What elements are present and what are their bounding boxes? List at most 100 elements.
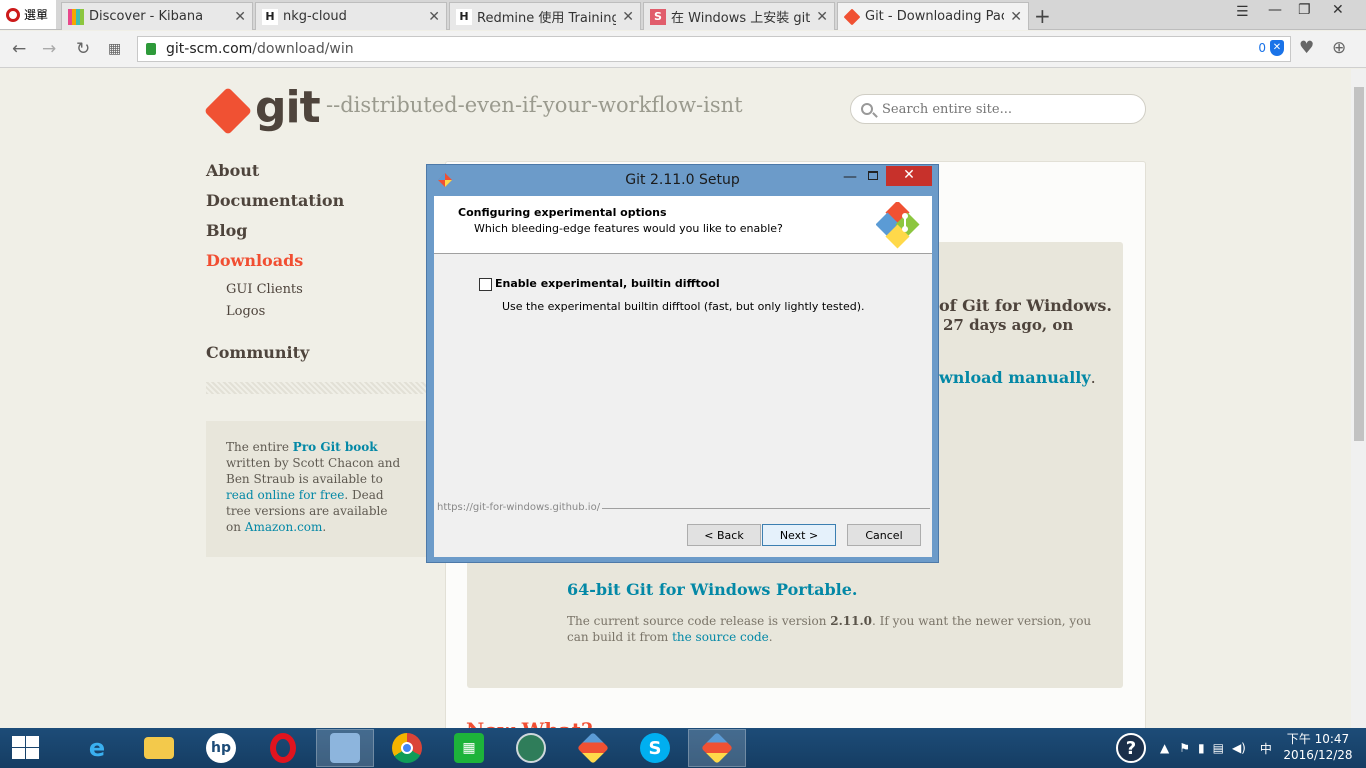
chrome-icon [392, 733, 422, 763]
dialog-title-bar[interactable]: Git 2.11.0 Setup — ✕ [427, 165, 938, 195]
taskbar-remote-desktop[interactable] [316, 729, 374, 767]
sidebar-nav: About Documentation Blog Downloads GUI C… [206, 160, 344, 372]
nav-downloads[interactable]: Downloads [206, 250, 344, 280]
experimental-difftool-checkbox[interactable] [479, 278, 492, 291]
site-search[interactable] [850, 94, 1146, 124]
network-icon[interactable]: ▤ [1213, 741, 1224, 755]
new-tab-plus-icon[interactable]: + [1034, 4, 1051, 28]
git-setup-dialog: Git 2.11.0 Setup — ✕ Configuring experim… [426, 164, 939, 563]
close-tab-icon[interactable]: ✕ [816, 9, 828, 25]
download-manually-link[interactable]: wnload manually [939, 368, 1091, 387]
taskbar-globe[interactable] [502, 729, 560, 767]
taskbar-internet-explorer[interactable]: e [68, 729, 126, 767]
nav-gui-clients[interactable]: GUI Clients [206, 280, 344, 302]
menu-label: 選單 [24, 8, 49, 22]
portable-line: 64-bit Git for Windows Portable. [567, 580, 857, 599]
tray-expand-icon[interactable]: ▲ [1160, 741, 1169, 755]
back-button[interactable]: < Back [687, 524, 761, 546]
pro-git-promo: The entire Pro Git book written by Scott… [206, 421, 426, 557]
git-diamond-icon [203, 86, 253, 135]
git-logo[interactable]: git [203, 82, 321, 135]
dialog-title: Git 2.11.0 Setup [625, 172, 740, 188]
tab-nkg-cloud[interactable]: H nkg-cloud ✕ [255, 2, 447, 30]
amazon-link[interactable]: Amazon.com [245, 520, 323, 534]
scrollbar-thumb[interactable] [1354, 87, 1364, 441]
taskbar-opera[interactable] [254, 729, 312, 767]
tab-windows-git[interactable]: S 在 Windows 上安裝 git by ✕ [643, 2, 835, 30]
taskbar-skype[interactable]: S [626, 729, 684, 767]
minimize-icon[interactable]: — [1268, 2, 1282, 18]
clock[interactable]: 下午 10:47 2016/12/28 [1278, 731, 1358, 763]
nav-blog[interactable]: Blog [206, 220, 344, 250]
taskbar-file-explorer[interactable] [130, 729, 188, 767]
opera-icon [6, 7, 20, 22]
shield-icon: ✕ [1270, 40, 1284, 56]
battery-icon[interactable]: ▮ [1198, 741, 1205, 755]
nav-about[interactable]: About [206, 160, 344, 190]
sidebar-divider [206, 382, 426, 394]
cancel-button[interactable]: Cancel [847, 524, 921, 546]
ad-block-badge[interactable]: 0 ✕ [1258, 40, 1284, 56]
ime-indicator[interactable]: 中 [1260, 740, 1272, 757]
dialog-maximize-icon[interactable] [868, 171, 878, 180]
heart-icon[interactable]: ♥ [1299, 38, 1314, 58]
close-tab-icon[interactable]: ✕ [622, 9, 634, 25]
speed-dial-grid-icon[interactable]: ▦ [108, 41, 121, 57]
hp-icon: hp [206, 733, 236, 763]
close-window-icon[interactable]: ✕ [1332, 2, 1344, 18]
restore-icon[interactable]: ❐ [1298, 2, 1311, 18]
reload-icon[interactable]: ↻ [76, 39, 90, 59]
remote-desktop-icon [330, 733, 360, 763]
opera-menu-button[interactable]: 選單 [0, 0, 56, 29]
nav-logos[interactable]: Logos [206, 302, 344, 324]
forward-arrow-icon[interactable]: → [42, 39, 56, 59]
tagline: --distributed-even-if-your-workflow-isnt [326, 93, 743, 117]
url-host: git-scm.com [166, 41, 253, 57]
taskbar-git-setup[interactable] [564, 729, 622, 767]
tab-title: Git - Downloading Packa [865, 9, 1004, 24]
volume-icon[interactable]: ◀) [1232, 741, 1246, 755]
tab-kibana[interactable]: Discover - Kibana ✕ [61, 2, 253, 30]
dialog-body: Configuring experimental options Which b… [434, 196, 932, 557]
flag-icon[interactable]: ⚑ [1179, 741, 1190, 755]
taskbar-git-setup-active[interactable] [688, 729, 746, 767]
opera-icon [270, 733, 296, 763]
nav-community[interactable]: Community [206, 342, 344, 372]
source-text: The current source code release is versi… [567, 614, 831, 628]
dialog-close-button[interactable]: ✕ [886, 166, 932, 186]
git-setup-icon [577, 732, 609, 764]
h-favicon-icon: H [262, 8, 278, 25]
git-for-windows-url[interactable]: https://git-for-windows.github.io/ [437, 502, 600, 513]
tab-menu-icon[interactable]: ☰ [1236, 4, 1249, 20]
release-age-text: 27 days ago, on [943, 316, 1074, 334]
address-toolbar: ← → ↻ ▦ git-scm.com /download/win 0 ✕ ♥ … [0, 31, 1366, 68]
page-scrollbar[interactable] [1351, 69, 1366, 728]
portable-64bit-link[interactable]: 64-bit Git for Windows Portable. [567, 580, 857, 599]
taskbar-chrome[interactable] [378, 729, 436, 767]
tab-redmine[interactable]: H Redmine 使用 Training - ( ✕ [449, 2, 641, 30]
url-field[interactable]: git-scm.com /download/win 0 ✕ [137, 36, 1291, 62]
intro-line-1: of Git for Windows. [939, 296, 1112, 315]
checkbox-label[interactable]: Enable experimental, builtin difftool [495, 277, 720, 290]
taskbar-store[interactable]: ▦ [440, 729, 498, 767]
start-button[interactable] [9, 736, 39, 760]
close-tab-icon[interactable]: ✕ [428, 9, 440, 25]
close-tab-icon[interactable]: ✕ [234, 9, 246, 25]
read-online-link[interactable]: read online for free [226, 488, 344, 502]
close-tab-icon[interactable]: ✕ [1010, 9, 1022, 25]
pro-git-book-link[interactable]: Pro Git book [293, 440, 378, 454]
source-release-text: The current source code release is versi… [567, 613, 1097, 645]
nav-documentation[interactable]: Documentation [206, 190, 344, 220]
help-icon[interactable]: ? [1116, 733, 1146, 763]
ie-icon: e [88, 734, 106, 762]
tab-git-download[interactable]: Git - Downloading Packa ✕ [837, 2, 1029, 30]
back-arrow-icon[interactable]: ← [12, 39, 26, 59]
next-button[interactable]: Next > [762, 524, 836, 546]
taskbar-hp[interactable]: hp [192, 729, 250, 767]
dialog-minimize-icon[interactable]: — [843, 169, 857, 185]
search-input[interactable] [882, 101, 1122, 117]
source-code-link[interactable]: the source code [672, 630, 769, 644]
git-for-windows-logo-icon [876, 202, 920, 249]
download-icon[interactable]: ⊕ [1332, 38, 1346, 58]
clock-time: 下午 10:47 [1286, 732, 1350, 746]
